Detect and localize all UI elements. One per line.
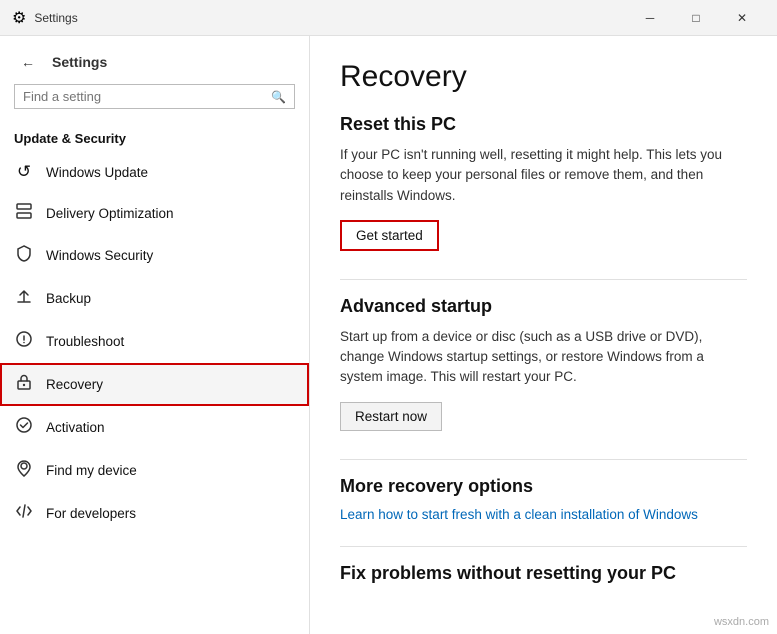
sidebar-item-label: For developers (46, 506, 136, 521)
sidebar-item-label: Recovery (46, 377, 103, 392)
sidebar-item-troubleshoot[interactable]: Troubleshoot (0, 320, 309, 363)
title-bar-controls: ─ □ ✕ (627, 3, 765, 33)
minimize-button[interactable]: ─ (627, 3, 673, 33)
find-my-device-icon (14, 459, 34, 482)
back-button[interactable]: ← (14, 48, 42, 76)
reset-pc-description: If your PC isn't running well, resetting… (340, 145, 747, 206)
windows-security-icon (14, 244, 34, 267)
get-started-button[interactable]: Get started (340, 220, 439, 251)
more-recovery-title: More recovery options (340, 476, 747, 497)
sidebar-item-label: Activation (46, 420, 105, 435)
for-developers-icon (14, 502, 34, 525)
divider-1 (340, 279, 747, 280)
advanced-startup-description: Start up from a device or disc (such as … (340, 327, 747, 388)
sidebar-item-label: Troubleshoot (46, 334, 124, 349)
title-bar-title: Settings (34, 11, 77, 25)
sidebar-app-title: Settings (52, 54, 107, 70)
back-icon: ← (21, 54, 35, 70)
section-label: Update & Security (0, 125, 309, 152)
reset-pc-title: Reset this PC (340, 114, 747, 135)
fix-problems-title: Fix problems without resetting your PC (340, 563, 747, 584)
maximize-button[interactable]: □ (673, 3, 719, 33)
sidebar-item-label: Delivery Optimization (46, 206, 174, 221)
sidebar-item-label: Find my device (46, 463, 137, 478)
sidebar-item-delivery-optimization[interactable]: Delivery Optimization (0, 192, 309, 234)
sidebar-item-backup[interactable]: Backup (0, 277, 309, 320)
sidebar-item-label: Backup (46, 291, 91, 306)
sidebar-item-label: Windows Security (46, 248, 153, 263)
sidebar: ← Settings 🔍 Update & Security ↺ Windows… (0, 36, 310, 634)
main-panel: Recovery Reset this PC If your PC isn't … (310, 36, 777, 634)
sidebar-item-windows-security[interactable]: Windows Security (0, 234, 309, 277)
advanced-startup-title: Advanced startup (340, 296, 747, 317)
delivery-optimization-icon (14, 202, 34, 224)
activation-icon (14, 416, 34, 439)
sidebar-top: ← Settings (0, 36, 309, 84)
app-body: ← Settings 🔍 Update & Security ↺ Windows… (0, 36, 777, 634)
search-input[interactable] (23, 89, 265, 104)
sidebar-item-windows-update[interactable]: ↺ Windows Update (0, 152, 309, 192)
sidebar-item-recovery[interactable]: Recovery (0, 363, 309, 406)
search-icon: 🔍 (271, 90, 286, 104)
windows-update-icon: ↺ (14, 162, 34, 182)
page-title: Recovery (340, 60, 747, 94)
clean-install-link[interactable]: Learn how to start fresh with a clean in… (340, 507, 747, 522)
troubleshoot-icon (14, 330, 34, 353)
restart-now-button[interactable]: Restart now (340, 402, 442, 431)
close-button[interactable]: ✕ (719, 3, 765, 33)
title-bar: ⚙ Settings ─ □ ✕ (0, 0, 777, 36)
backup-icon (14, 287, 34, 310)
title-bar-left: ⚙ Settings (12, 8, 78, 28)
sidebar-item-activation[interactable]: Activation (0, 406, 309, 449)
app-icon: ⚙ (12, 8, 26, 28)
divider-2 (340, 459, 747, 460)
sidebar-item-label: Windows Update (46, 165, 148, 180)
search-box: 🔍 (14, 84, 295, 109)
sidebar-item-for-developers[interactable]: For developers (0, 492, 309, 535)
sidebar-item-find-my-device[interactable]: Find my device (0, 449, 309, 492)
divider-3 (340, 546, 747, 547)
recovery-icon (14, 373, 34, 396)
